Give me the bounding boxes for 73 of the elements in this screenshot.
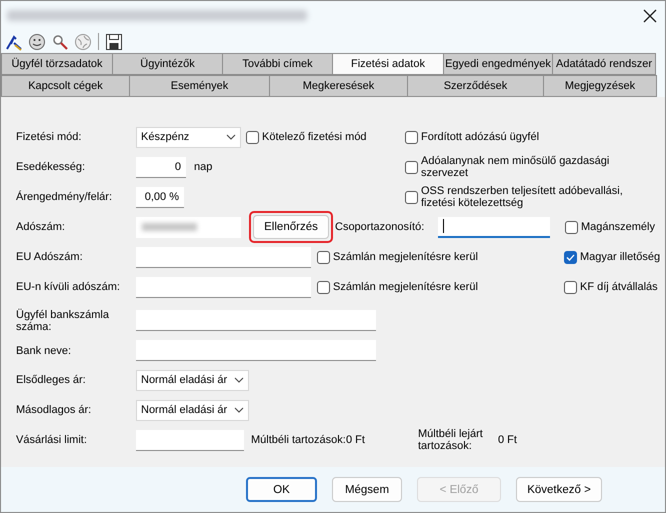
tab[interactable]: Megjegyzések [543, 75, 657, 97]
input-field[interactable] [136, 340, 376, 361]
checkbox[interactable] [405, 130, 418, 144]
checkbox-label: Számlán megjelenítésre kerül [333, 251, 478, 263]
input-field[interactable] [438, 216, 550, 238]
chevron-icon [234, 377, 244, 383]
field-label: Elsődleges ár: [16, 374, 87, 386]
checkbox[interactable] [317, 250, 330, 264]
tab[interactable]: Egyedi engedmények [443, 53, 553, 75]
checkbox-label: OSS rendszerben teljesített adóbevallási, fizetési kötelezettség [421, 185, 624, 209]
checkmark-icon [566, 252, 575, 262]
checkbox-label: Fordított adózású ügyfél [421, 131, 540, 143]
dropdown[interactable]: Készpénz [136, 126, 241, 148]
checkbox-label: Magyar illetőség [580, 251, 660, 263]
pen-icon[interactable] [5, 32, 23, 50]
input-field[interactable] [136, 310, 376, 331]
input-field[interactable] [136, 216, 241, 238]
checkbox-label: Adóalanynak nem minősülő gazdasági szervezet [421, 155, 610, 179]
dialog-button[interactable]: OK [246, 477, 317, 502]
globe-icon[interactable] [74, 32, 92, 50]
tab[interactable]: Adatátadó rendszer [552, 53, 656, 75]
smiley-icon[interactable] [28, 32, 46, 50]
dialog-button[interactable]: Következő > [516, 477, 602, 502]
text-label: 0 Ft [498, 434, 518, 446]
field-label: EU-n kívüli adószám: [16, 281, 121, 293]
field-label: Fizetési mód: [16, 131, 82, 143]
tab[interactable]: Ügyfél törzsadatok [1, 53, 113, 75]
magnifier-icon[interactable] [51, 32, 69, 50]
dropdown[interactable]: Normál eladási ár [136, 400, 249, 420]
checkbox-label: Kötelező fizetési mód [262, 131, 367, 143]
tab[interactable]: Megkeresések [269, 75, 408, 97]
tab[interactable]: Szerződések [407, 75, 544, 97]
close-icon[interactable] [643, 8, 657, 22]
tab[interactable]: Események [129, 75, 270, 97]
text-label: nap [194, 161, 214, 173]
chevron-icon [234, 407, 244, 413]
field-label: Adószám: [16, 221, 66, 233]
text-label: Csoportazonosító: [335, 221, 426, 233]
checkbox-label: Magánszemély [581, 221, 655, 233]
text-label: 0 Ft [346, 434, 366, 446]
redacted-text [142, 223, 197, 231]
field-label: EU Adószám: [16, 251, 84, 263]
checkbox[interactable] [405, 160, 418, 174]
field-label: Vásárlási limit: [16, 434, 88, 446]
check-button[interactable]: Ellenőrzés [253, 215, 329, 239]
input-field[interactable] [136, 430, 244, 450]
tab[interactable]: Ügyintézők [112, 53, 223, 75]
dropdown[interactable]: Normál eladási ár [136, 370, 249, 390]
checkbox[interactable] [246, 130, 259, 144]
save-icon[interactable] [105, 32, 123, 50]
input-field[interactable] [136, 276, 311, 298]
input-field[interactable]: 0,00 % [136, 186, 184, 208]
text-label: Múltbéli tartozások: [251, 434, 346, 446]
checkbox[interactable] [564, 250, 577, 264]
chevron-icon [226, 134, 236, 140]
field-label: Ügyfél bankszámla száma: [16, 308, 110, 332]
field-label: Árengedmény/felár: [16, 191, 113, 203]
input-field[interactable] [136, 246, 311, 268]
field-label: Bank neve: [16, 344, 72, 356]
checkbox[interactable] [317, 280, 330, 294]
checkbox-label: KF díj átvállalás [580, 281, 658, 293]
text-label: Múltbéli lejárt tartozások: [418, 428, 484, 452]
field-label: Esedékesség: [16, 161, 86, 173]
checkbox[interactable] [405, 190, 418, 204]
checkbox[interactable] [565, 220, 578, 234]
tab[interactable]: Fizetési adatok [332, 53, 444, 75]
field-label: Másodlagos ár: [16, 404, 92, 416]
dialog-button[interactable]: Mégsem [332, 477, 402, 502]
tab[interactable]: További címek [222, 53, 333, 75]
input-field[interactable]: 0 [136, 156, 186, 178]
checkbox[interactable] [564, 280, 577, 294]
tab[interactable]: Kapcsolt cégek [1, 75, 130, 97]
checkbox-label: Számlán megjelenítésre kerül [333, 281, 478, 293]
